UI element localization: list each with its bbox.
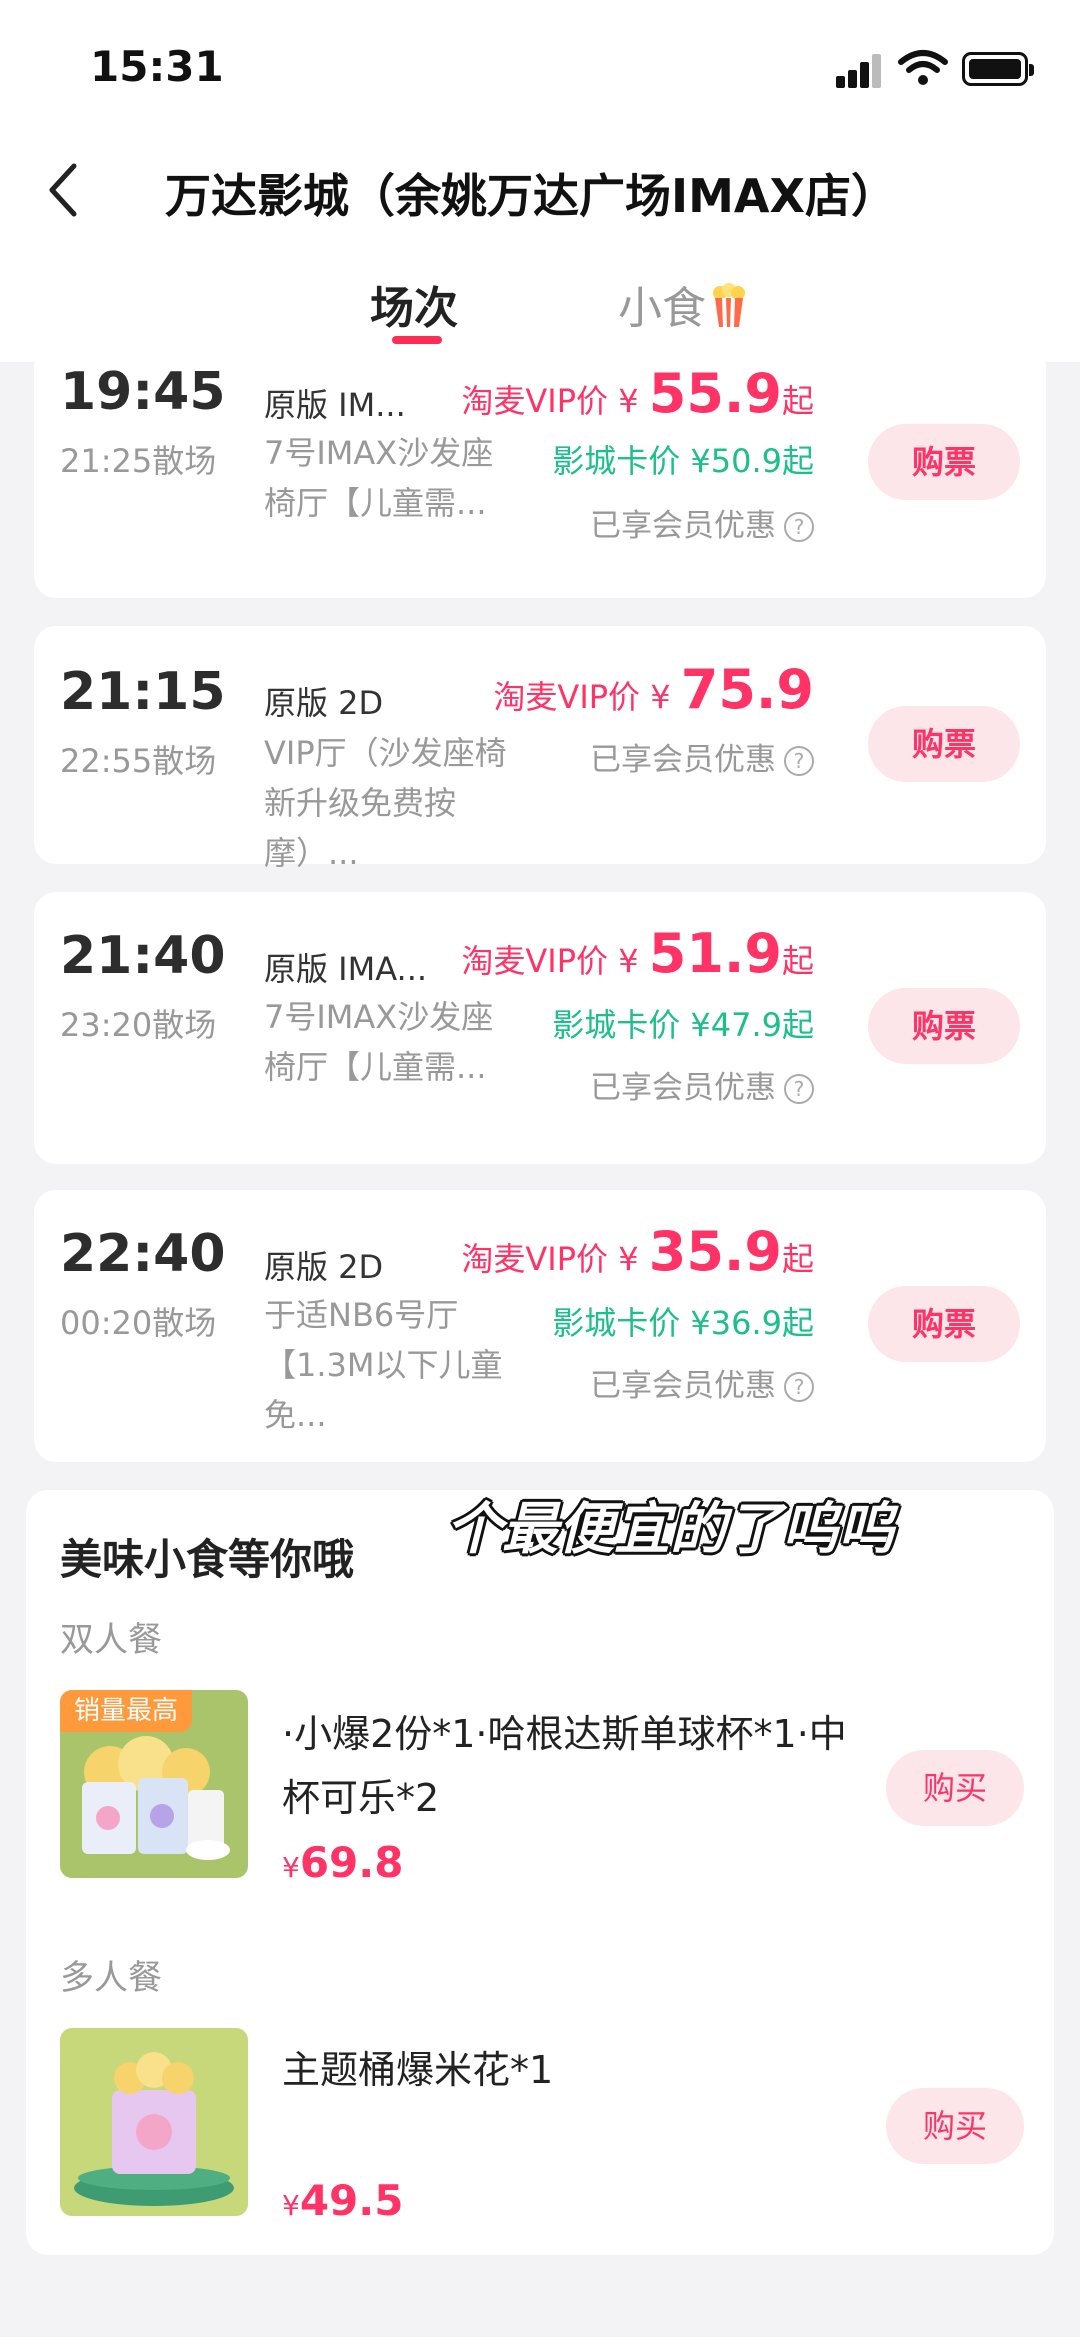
package-price-value: 49.5 (299, 2176, 404, 2225)
tab-snacks-label: 小食 (618, 283, 706, 334)
member-discount[interactable]: 已享会员优惠? (590, 500, 814, 545)
package-image[interactable]: 销量最高 (60, 1690, 248, 1878)
vip-price-suffix: 起 (781, 382, 814, 420)
buy-ticket-button[interactable]: 购票 (868, 988, 1020, 1064)
page-title: 万达影城（余姚万达广场IMAX店） (165, 169, 897, 223)
member-discount-label: 已享会员优惠 (590, 508, 776, 544)
help-icon[interactable]: ? (784, 512, 814, 542)
session-end-time: 23:20散场 (60, 1006, 217, 1044)
session-card[interactable]: 21:15 22:55散场 原版 2D VIP厅（沙发座椅新升级免费按摩）...… (34, 626, 1046, 872)
session-hall: 7号IMAX沙发座椅厅【儿童需... (264, 998, 494, 1086)
tab-sessions-label: 场次 (370, 283, 458, 334)
package-category: 多人餐 (60, 1958, 162, 1998)
signal-icon (836, 52, 884, 88)
buy-snack-button[interactable]: 购买 (886, 2088, 1024, 2164)
session-card[interactable]: 21:40 23:20散场 原版 IMA... 7号IMAX沙发座椅厅【儿童需.… (34, 892, 1046, 1164)
back-arrow-icon[interactable] (40, 160, 90, 220)
vip-price-amount: 55.9 (648, 362, 782, 425)
package-description: ·小爆2份*1·哈根达斯单球杯*1·中杯可乐*2 (282, 1712, 847, 1820)
status-bar: 15:31 (0, 0, 1080, 130)
active-tab-indicator (392, 336, 442, 344)
session-version: 原版 2D (264, 684, 384, 722)
snacks-title: 美味小食等你哦 (60, 1535, 355, 1584)
session-end-time: 00:20散场 (60, 1304, 217, 1342)
popcorn-icon (713, 283, 745, 328)
session-end-time: 21:25散场 (60, 442, 217, 480)
vip-price-label: 淘麦VIP价 ¥ (461, 382, 639, 420)
member-discount-label: 已享会员优惠 (590, 1368, 776, 1404)
currency-symbol: ¥ (282, 1851, 300, 1884)
popcorn-bucket-image (60, 2028, 248, 2216)
vip-price: 淘麦VIP价 ¥ 35.9起 (461, 1220, 814, 1283)
vip-price-amount: 75.9 (680, 658, 814, 721)
caption-overlay: 个最便宜的了呜呜 (446, 1497, 894, 1562)
buy-snack-button[interactable]: 购买 (886, 1750, 1024, 1826)
session-version: 原版 IM... (264, 386, 406, 424)
tab-snacks[interactable]: 小食 (618, 272, 746, 336)
vip-price: 淘麦VIP价 ¥ 55.9起 (461, 362, 814, 425)
header: 15:31 万达影城（余姚万达广场IMAX店） 场次 小食 (0, 0, 1080, 362)
package-description: 主题桶爆米花*1 (282, 2048, 554, 2092)
buy-ticket-button[interactable]: 购票 (868, 1286, 1020, 1362)
currency-symbol: ¥ (282, 2189, 300, 2222)
session-end-time: 22:55散场 (60, 742, 217, 780)
buy-ticket-button[interactable]: 购票 (868, 706, 1020, 782)
session-hall: VIP厅（沙发座椅新升级免费按摩）... (264, 734, 507, 872)
session-version: 原版 2D (264, 1248, 384, 1286)
member-discount-label: 已享会员优惠 (590, 1070, 776, 1106)
help-icon[interactable]: ? (784, 1372, 814, 1402)
status-time: 15:31 (90, 42, 224, 91)
help-icon[interactable]: ? (784, 746, 814, 776)
wifi-icon (898, 50, 948, 85)
session-card[interactable]: 22:40 00:20散场 原版 2D 于适NB6号厅【1.3M以下儿童免...… (34, 1190, 1046, 1462)
session-hall: 于适NB6号厅【1.3M以下儿童免... (264, 1296, 503, 1434)
package-category: 双人餐 (60, 1620, 162, 1660)
card-price: 影城卡价 ¥50.9起 (552, 442, 814, 480)
card-price: 影城卡价 ¥47.9起 (552, 1006, 814, 1044)
session-start-time: 19:45 (60, 362, 226, 422)
snacks-section: 美味小食等你哦 个最便宜的了呜呜 双人餐 销量最高 ·小爆2份*1·哈根达斯单球… (26, 1490, 1054, 2255)
card-price: 影城卡价 ¥36.9起 (552, 1304, 814, 1342)
package-price: ¥49.5 (282, 2176, 403, 2225)
session-start-time: 21:15 (60, 662, 226, 722)
vip-price-suffix: 起 (781, 942, 814, 980)
battery-icon (962, 52, 1034, 86)
package-image[interactable] (60, 2028, 248, 2216)
vip-price-amount: 51.9 (648, 922, 782, 985)
member-discount[interactable]: 已享会员优惠? (590, 1062, 814, 1107)
tab-sessions[interactable]: 场次 (370, 272, 458, 336)
vip-price-label: 淘麦VIP价 ¥ (461, 1240, 639, 1278)
session-hall: 7号IMAX沙发座椅厅【儿童需... (264, 434, 494, 522)
vip-price: 淘麦VIP价 ¥ 51.9起 (461, 922, 814, 985)
help-icon[interactable]: ? (784, 1074, 814, 1104)
member-discount[interactable]: 已享会员优惠? (590, 734, 814, 779)
session-start-time: 21:40 (60, 926, 226, 986)
buy-ticket-button[interactable]: 购票 (868, 424, 1020, 500)
vip-price-amount: 35.9 (648, 1220, 782, 1283)
vip-price-label: 淘麦VIP价 ¥ (461, 942, 639, 980)
member-discount-label: 已享会员优惠 (590, 742, 776, 778)
bestseller-badge: 销量最高 (60, 1690, 192, 1732)
vip-price-label: 淘麦VIP价 ¥ (493, 678, 671, 716)
member-discount[interactable]: 已享会员优惠? (590, 1360, 814, 1405)
package-price-value: 69.8 (299, 1838, 404, 1887)
vip-price: 淘麦VIP价 ¥ 75.9 (493, 658, 814, 721)
package-price: ¥69.8 (282, 1838, 403, 1887)
session-start-time: 22:40 (60, 1224, 226, 1284)
vip-price-suffix: 起 (781, 1240, 814, 1278)
session-version: 原版 IMA... (264, 950, 428, 988)
